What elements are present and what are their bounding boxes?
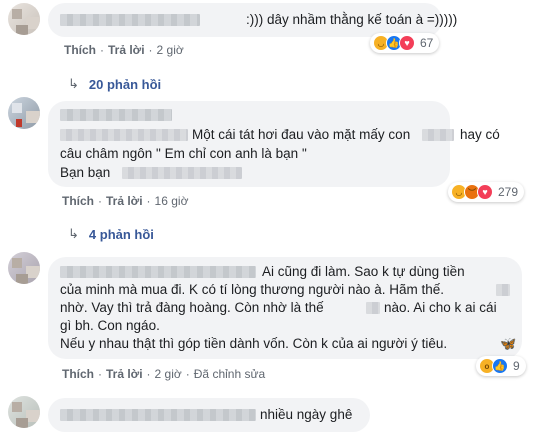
view-replies-link[interactable]: ↳ 20 phản hồi (68, 76, 161, 92)
avatar[interactable] (8, 252, 40, 284)
reaction-count: 9 (513, 359, 520, 373)
reply-link[interactable]: Trả lời (106, 194, 143, 208)
timestamp[interactable]: 2 giờ (155, 367, 182, 381)
timestamp[interactable]: 2 giờ (157, 43, 184, 57)
edited-label: Đã chỉnh sửa (193, 367, 266, 381)
love-icon: ♥ (399, 35, 415, 51)
comment-text: Một cái tát hơi đau vào mặt mấy con (192, 127, 411, 142)
blurred-name (60, 266, 256, 278)
reaction-summary[interactable]: o 👍 9 (476, 356, 526, 376)
comment-bubble: nhiều ngày ghê (48, 398, 370, 432)
reply-arrow-icon: ↳ (68, 226, 79, 241)
replies-count: 20 phản hồi (88, 76, 162, 92)
blurred-word (422, 129, 454, 141)
comment-text: câu châm ngôn " Em chỉ con anh là bạn " (60, 146, 307, 161)
blurred-name (60, 129, 188, 141)
avatar[interactable] (8, 396, 40, 428)
comment-text: nhiều ngày ghê (260, 407, 353, 422)
comment-text: nào. Ai cho k ai cái (384, 300, 497, 315)
comment-actions: Thích · Trả lời · 2 giờ (64, 43, 184, 57)
comment-text: :))) dây nhầm thằng kế toán à =))))) (246, 12, 458, 27)
comment-bubble: Ai cũng đi làm. Sao k tự dùng tiền của m… (48, 257, 522, 359)
butterfly-icon: 🦋 (500, 336, 517, 351)
blurred-name (60, 109, 172, 121)
comment-text: Nếu y nhau thật thì góp tiền dành vốn. C… (60, 336, 448, 351)
blurred-name (60, 14, 200, 26)
replies-count: 4 phản hồi (88, 226, 154, 242)
reply-link[interactable]: Trả lời (106, 367, 143, 381)
view-replies-link[interactable]: ↳ 4 phản hồi (68, 226, 154, 242)
reaction-count: 279 (498, 185, 519, 199)
comment-text: nhờ. Vay thì trả đàng hoàng. Còn nhờ là … (60, 300, 324, 315)
comment-actions: Thích · Trả lời · 16 giờ (62, 194, 189, 208)
like-link[interactable]: Thích (64, 43, 96, 57)
like-icon: 👍 (492, 358, 508, 374)
comment-text: gì bh. Con ngáo. (60, 318, 160, 333)
reaction-count: 67 (420, 36, 434, 50)
like-link[interactable]: Thích (62, 367, 94, 381)
comment-bubble: Một cái tát hơi đau vào mặt mấy con hay … (48, 101, 500, 187)
blurred-name (60, 409, 256, 421)
comment-actions: Thích · Trả lời · 2 giờ · Đã chỉnh sửa (62, 367, 266, 381)
blurred-word (496, 284, 510, 296)
blurred-word (122, 167, 242, 179)
blurred-word (366, 302, 380, 314)
comment-text: Ai cũng đi làm. Sao k tự dùng tiền (262, 264, 465, 279)
like-link[interactable]: Thích (62, 194, 94, 208)
avatar[interactable] (8, 3, 40, 35)
reaction-summary[interactable]: ◡ 👍 ♥ 67 (370, 33, 440, 53)
comment-bubble: :))) dây nhầm thằng kế toán à =))))) (48, 3, 457, 37)
reaction-summary[interactable]: ◡ ︶ ♥ 279 (448, 182, 525, 202)
comment-text: hay có (460, 127, 500, 142)
avatar[interactable] (8, 97, 40, 129)
reply-link[interactable]: Trả lời (108, 43, 145, 57)
comment-text: của minh mà mua đi. K có tí lòng thương … (60, 282, 444, 297)
comment-text: Bạn bạn (60, 165, 111, 180)
reply-arrow-icon: ↳ (68, 76, 79, 91)
love-icon: ♥ (477, 184, 493, 200)
timestamp[interactable]: 16 giờ (155, 194, 189, 208)
